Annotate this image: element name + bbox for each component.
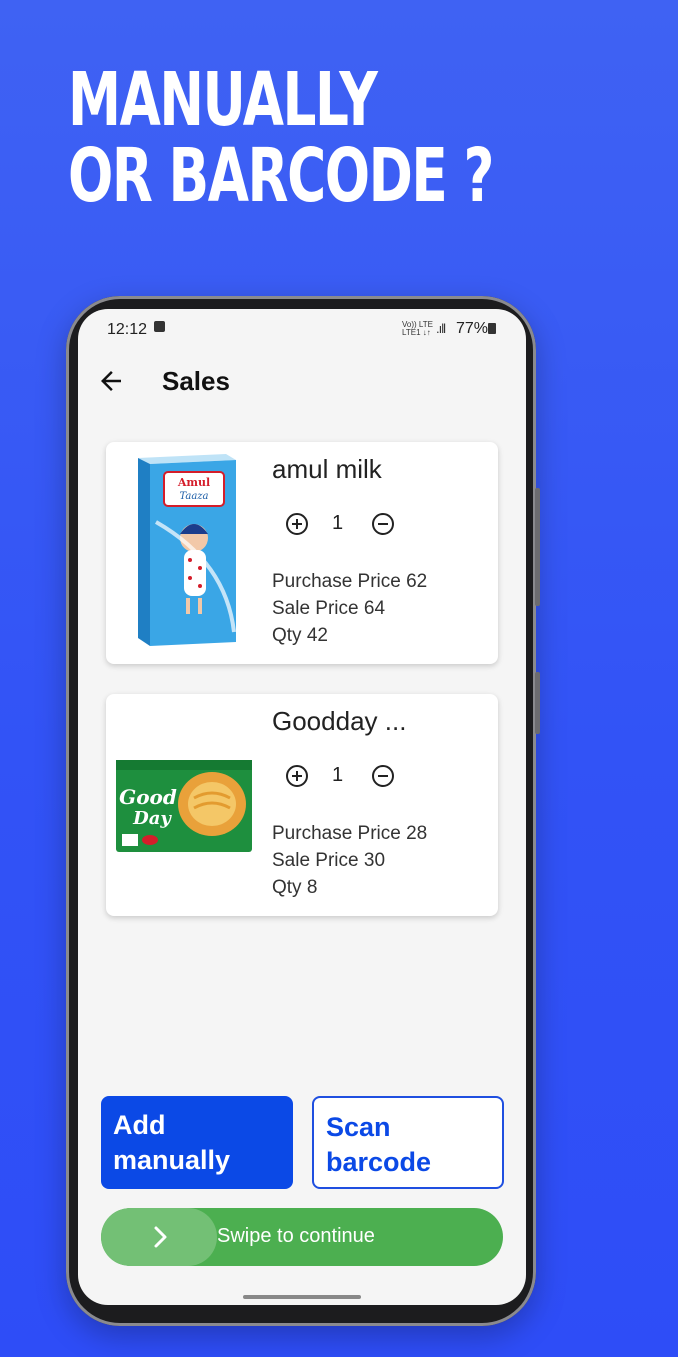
decrement-icon[interactable]	[372, 513, 394, 535]
product-name: amul milk	[272, 454, 382, 484]
goodday-biscuit-image: Good Day	[116, 760, 252, 852]
swipe-label: Swipe to continue	[217, 1225, 375, 1247]
headline-line-2: OR BARCODE ?	[68, 133, 494, 219]
product-info: Purchase Price 28 Sale Price 30 Qty 8	[272, 820, 427, 901]
increment-icon[interactable]	[286, 513, 308, 535]
app-bar: Sales	[78, 354, 526, 408]
headline-line-1: MANUALLY	[68, 57, 378, 143]
goodday-logo-text-1: Good	[119, 785, 177, 809]
phone-screen: 12:12 Vo)) LTE LTE1 ↓↑ .ıll 77% Sales Am…	[78, 309, 526, 1305]
signal-icon: .ıll	[436, 321, 446, 336]
swipe-handle[interactable]	[101, 1208, 217, 1266]
network-bottom: LTE1 ↓↑	[402, 328, 431, 337]
amul-logo-text: Amul	[177, 476, 210, 489]
quantity-stepper: 1	[286, 762, 396, 794]
quantity-value: 1	[332, 512, 344, 534]
arrow-back-icon[interactable]	[96, 366, 126, 396]
stock-qty: Qty 8	[272, 877, 318, 898]
quantity-value: 1	[332, 764, 344, 786]
product-card[interactable]: Good Day Goodday ... 1 Purchase Price 28…	[106, 694, 498, 916]
add-manually-button[interactable]: Add manually	[101, 1096, 293, 1189]
home-indicator[interactable]	[243, 1295, 361, 1299]
sale-price: Sale Price 64	[272, 598, 386, 619]
status-bar: 12:12 Vo)) LTE LTE1 ↓↑ .ıll 77%	[78, 309, 526, 349]
phone-power-button	[535, 672, 540, 734]
decrement-icon[interactable]	[372, 765, 394, 787]
promo-headline: MANUALLY OR BARCODE ?	[68, 57, 494, 219]
status-time: 12:12	[107, 321, 148, 338]
page-title: Sales	[162, 366, 230, 396]
product-card[interactable]: Amul Taaza amul milk 1 Purchase Price 62…	[106, 442, 498, 664]
product-info: Purchase Price 62 Sale Price 64 Qty 42	[272, 568, 427, 649]
goodday-logo-text-2: Day	[132, 808, 172, 829]
amul-milk-image: Amul Taaza	[138, 454, 236, 646]
increment-icon[interactable]	[286, 765, 308, 787]
stock-qty: Qty 42	[272, 625, 328, 646]
product-name: Goodday ...	[272, 706, 407, 736]
phone-volume-button	[535, 488, 540, 606]
chevron-right-icon	[154, 1226, 167, 1248]
battery-percent: 77%	[456, 320, 489, 337]
battery-icon	[488, 323, 496, 334]
scan-barcode-button[interactable]: Scan barcode	[312, 1096, 504, 1189]
taaza-logo-text: Taaza	[179, 491, 208, 502]
swipe-to-continue-slider[interactable]: Swipe to continue	[101, 1208, 503, 1266]
notification-icon	[154, 321, 165, 332]
network-indicator: Vo)) LTE LTE1 ↓↑	[402, 321, 433, 337]
purchase-price: Purchase Price 62	[272, 571, 428, 592]
quantity-stepper: 1	[286, 510, 396, 542]
sale-price: Sale Price 30	[272, 850, 386, 871]
purchase-price: Purchase Price 28	[272, 823, 428, 844]
